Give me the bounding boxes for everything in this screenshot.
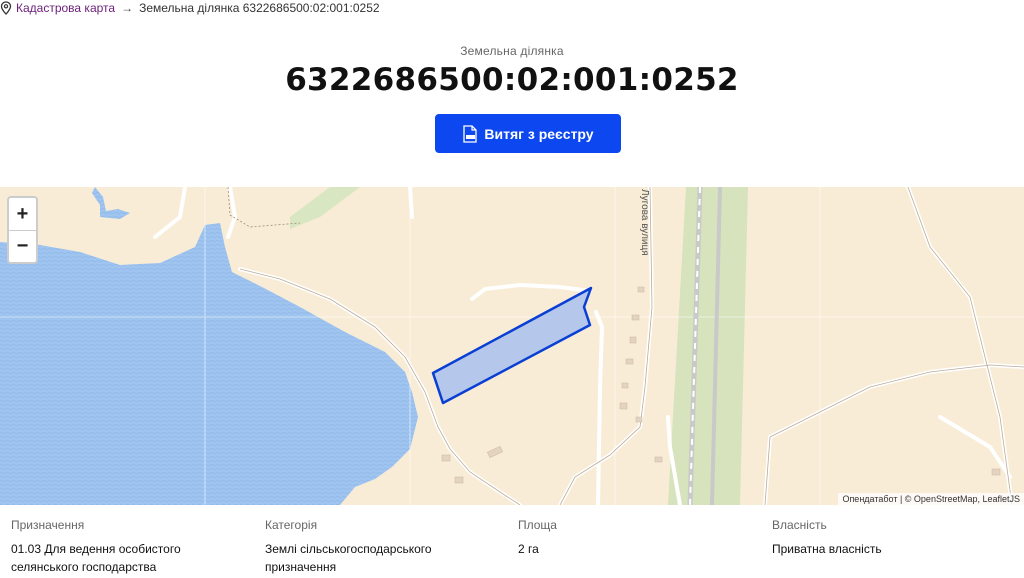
purpose-value: 01.03 Для ведення особистого селянського… xyxy=(11,542,181,574)
breadcrumb-current: Земельна ділянка 6322686500:02:001:0252 xyxy=(139,1,380,15)
breadcrumb-home-link[interactable]: Кадастрова карта xyxy=(16,1,115,15)
registry-extract-button[interactable]: Витяг з реєстру xyxy=(435,114,621,153)
pond xyxy=(92,187,130,219)
area-field: Площа 2 га xyxy=(518,518,758,558)
category-value: Землі сільськогосподарського призначення xyxy=(265,542,432,574)
map-attribution[interactable]: Опендатабот | © OpenStreetMap, LeafletJS xyxy=(838,493,1024,505)
ownership-label: Власність xyxy=(772,518,827,532)
category-field: Категорія Землі сільськогосподарського п… xyxy=(265,518,505,576)
pdf-file-icon xyxy=(463,124,478,143)
green-corridor xyxy=(668,187,748,505)
cadastral-map[interactable]: Лугова вулиця + − Опендатабот | © OpenSt… xyxy=(0,187,1024,505)
page-subtitle: Земельна ділянка xyxy=(460,44,564,58)
zoom-in-button[interactable]: + xyxy=(9,198,36,230)
zoom-control: + − xyxy=(7,196,38,264)
ownership-value: Приватна власність xyxy=(772,542,882,556)
page-header: Земельна ділянка 6322686500:02:001:0252 xyxy=(0,44,1024,98)
land-parcel xyxy=(431,286,593,405)
area-value: 2 га xyxy=(518,542,539,556)
category-label: Категорія xyxy=(265,518,318,532)
parcel-info: Призначення 01.03 Для ведення особистого… xyxy=(0,518,1024,578)
breadcrumb-separator: → xyxy=(121,1,134,15)
purpose-label: Призначення xyxy=(11,518,85,532)
area-label: Площа xyxy=(518,518,557,532)
registry-extract-label: Витяг з реєстру xyxy=(484,125,594,142)
green-area xyxy=(290,187,360,229)
map-tiles xyxy=(0,187,1024,505)
lake xyxy=(0,223,418,505)
zoom-out-button[interactable]: − xyxy=(9,230,36,262)
map-pin-icon xyxy=(0,1,12,15)
breadcrumb: Кадастрова карта → Земельна ділянка 6322… xyxy=(0,0,380,16)
page-title: 6322686500:02:001:0252 xyxy=(285,62,739,98)
ownership-field: Власність Приватна власність xyxy=(772,518,1012,558)
purpose-field: Призначення 01.03 Для ведення особистого… xyxy=(11,518,251,576)
street-label: Лугова вулиця xyxy=(639,189,650,256)
